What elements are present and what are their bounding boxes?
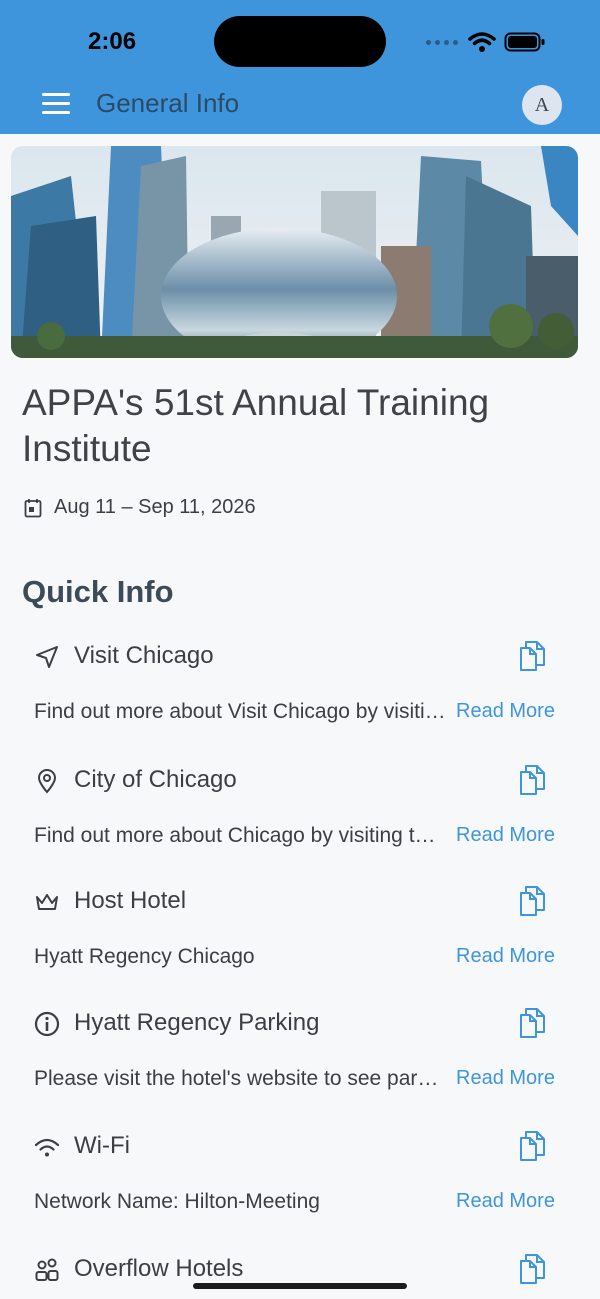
event-date-text: Aug 11 – Sep 11, 2026 bbox=[54, 496, 256, 518]
quick-info-item-host-hotel[interactable]: Host Hotel Hyatt Regency Chicago Read Mo… bbox=[0, 875, 600, 995]
map-pin-icon bbox=[37, 769, 57, 794]
calendar-icon bbox=[24, 498, 42, 517]
quick-info-item-overflow-hotels[interactable]: Overflow Hotels bbox=[0, 1243, 600, 1299]
avatar[interactable]: A bbox=[522, 85, 562, 125]
quick-info-item-visit-chicago[interactable]: Visit Chicago Find out more about Visit … bbox=[0, 630, 600, 750]
item-description: Network Name: Hilton-Meeting bbox=[34, 1190, 320, 1213]
document-copy-icon[interactable] bbox=[514, 762, 550, 798]
quick-info-item-hyatt-parking[interactable]: Hyatt Regency Parking Please visit the h… bbox=[0, 997, 600, 1117]
item-title: Wi-Fi bbox=[74, 1132, 130, 1159]
status-icons bbox=[426, 30, 546, 54]
battery-icon bbox=[504, 32, 545, 52]
item-title: Visit Chicago bbox=[74, 642, 214, 669]
item-title: Host Hotel bbox=[74, 887, 187, 914]
read-more-link[interactable]: Read More bbox=[456, 1190, 555, 1213]
info-icon bbox=[34, 1011, 60, 1037]
crown-icon bbox=[36, 894, 58, 910]
read-more-link[interactable]: Read More bbox=[456, 700, 555, 723]
wifi-icon bbox=[34, 1138, 60, 1157]
item-title: Overflow Hotels bbox=[74, 1255, 244, 1282]
page-title: General Info bbox=[96, 88, 240, 118]
document-copy-icon[interactable] bbox=[514, 1128, 550, 1164]
menu-icon[interactable] bbox=[42, 93, 72, 115]
hero-image bbox=[11, 146, 578, 358]
quick-info-heading: Quick Info bbox=[22, 574, 174, 609]
event-title: APPA's 51st Annual Training Institute bbox=[22, 382, 490, 469]
document-copy-icon[interactable] bbox=[514, 638, 550, 674]
quick-info-item-city-of-chicago[interactable]: City of Chicago Find out more about Chic… bbox=[0, 754, 600, 874]
status-time: 2:06 bbox=[88, 28, 137, 55]
document-copy-icon[interactable] bbox=[514, 1005, 550, 1041]
event-date: Aug 11 – Sep 11, 2026 bbox=[24, 496, 256, 519]
wifi-status-icon bbox=[468, 32, 496, 52]
document-copy-icon[interactable] bbox=[514, 883, 550, 919]
dynamic-island bbox=[214, 16, 386, 67]
item-description: Find out more about Chicago by visiting … bbox=[34, 824, 446, 847]
home-indicator bbox=[193, 1283, 407, 1289]
item-title: City of Chicago bbox=[74, 766, 237, 793]
signal-icon bbox=[426, 39, 458, 45]
item-title: Hyatt Regency Parking bbox=[74, 1009, 320, 1036]
item-description: Find out more about Visit Chicago by vis… bbox=[34, 700, 446, 723]
read-more-link[interactable]: Read More bbox=[456, 1067, 555, 1090]
read-more-link[interactable]: Read More bbox=[456, 824, 555, 847]
document-copy-icon[interactable] bbox=[514, 1251, 550, 1287]
group-icon bbox=[35, 1258, 59, 1281]
navigation-arrow-icon bbox=[36, 646, 58, 668]
read-more-link[interactable]: Read More bbox=[456, 945, 555, 968]
app-header: 2:06 General Info A bbox=[0, 0, 600, 134]
quick-info-item-wifi[interactable]: Wi-Fi Network Name: Hilton-Meeting Read … bbox=[0, 1120, 600, 1240]
item-description: Hyatt Regency Chicago bbox=[34, 945, 255, 968]
item-description: Please visit the hotel's website to see … bbox=[34, 1067, 446, 1090]
